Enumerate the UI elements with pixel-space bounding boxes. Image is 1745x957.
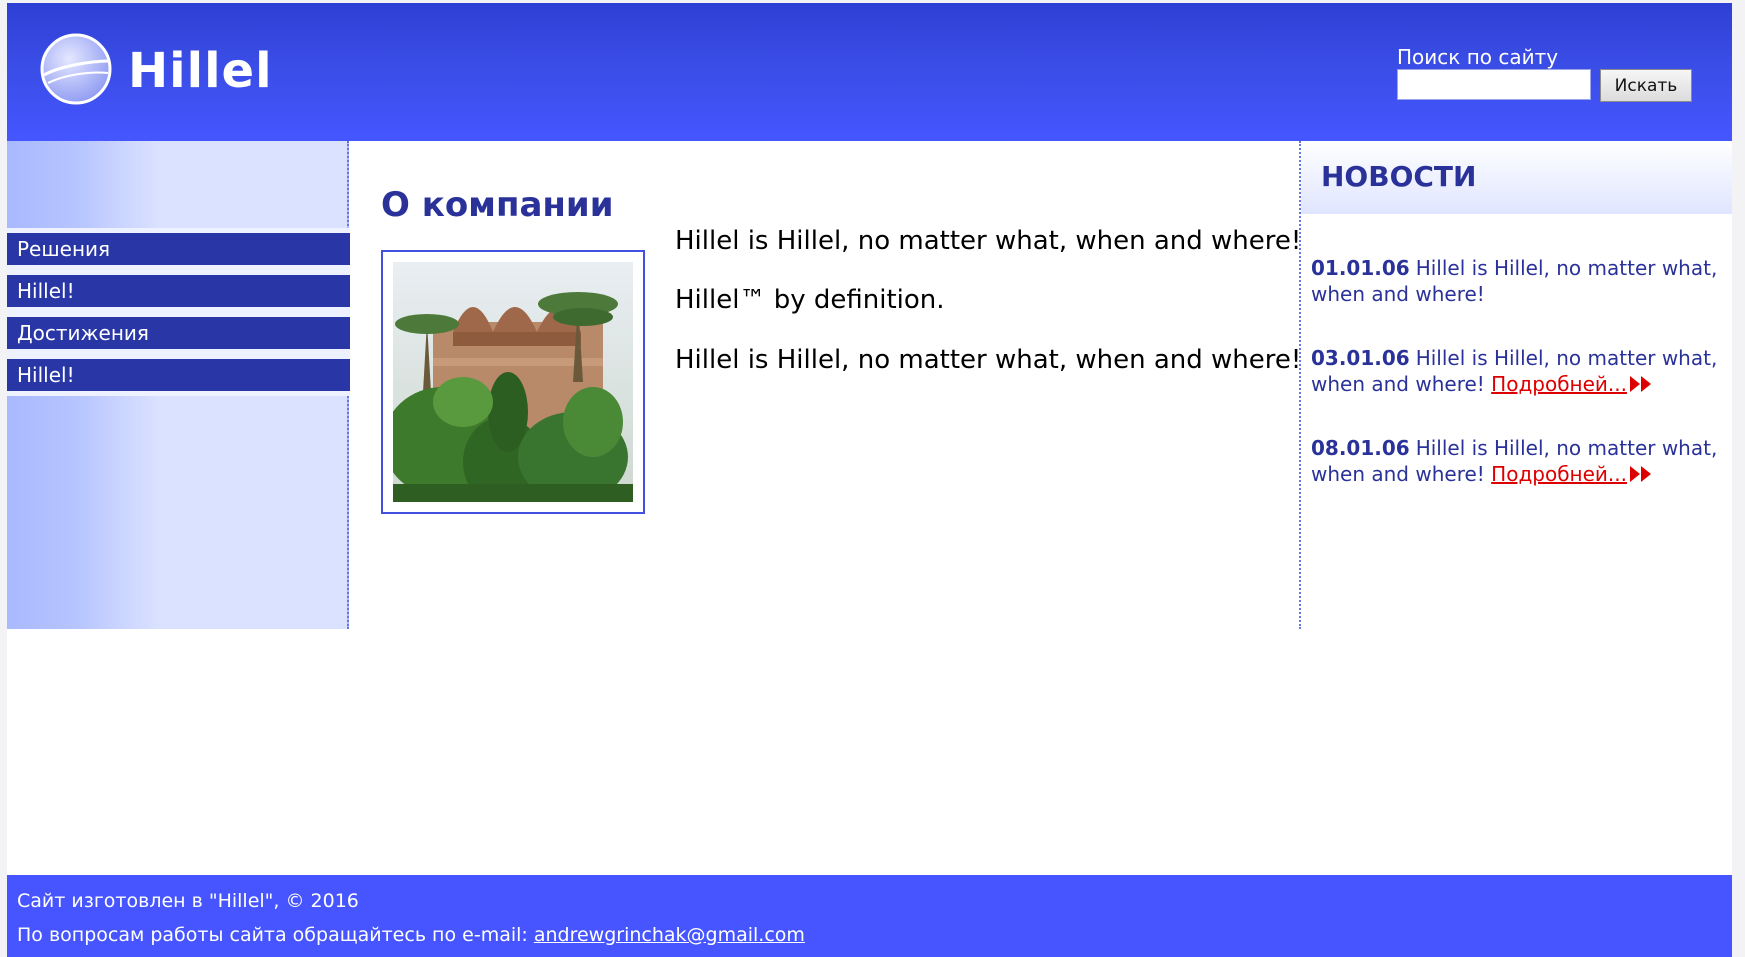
- double-arrow-right-icon[interactable]: [1629, 465, 1653, 483]
- news-item-2: 03.01.06 Hillel is Hillel, no matter what…: [1311, 345, 1721, 397]
- site-header: Hillel Поиск по сайту Искать: [7, 3, 1732, 141]
- footer-contact-text: По вопросам работы сайта обращайтесь по …: [17, 924, 534, 946]
- search-input[interactable]: [1397, 69, 1591, 100]
- globe-logo-icon[interactable]: [38, 31, 114, 107]
- sidebar-item-achievements[interactable]: Достижения: [7, 317, 350, 349]
- sidebar-item-hillel-2[interactable]: Hillel!: [7, 359, 350, 391]
- news-more-link[interactable]: Подробней...: [1491, 372, 1627, 396]
- main-paragraph-2: Hillel™ by definition.: [675, 285, 945, 315]
- news-item-3: 08.01.06 Hillel is Hillel, no matter what…: [1311, 435, 1721, 487]
- left-sidebar: Решения Hillel! Достижения Hillel!: [7, 141, 350, 629]
- company-photo: [393, 262, 633, 502]
- news-date: 08.01.06: [1311, 436, 1410, 460]
- news-date: 03.01.06: [1311, 346, 1410, 370]
- main-paragraph-3: Hillel is Hillel, no matter what, when a…: [675, 345, 1302, 375]
- page: Hillel Поиск по сайту Искать Решения Hil…: [7, 3, 1732, 957]
- news-date: 01.01.06: [1311, 256, 1410, 280]
- sidebar-item-solutions[interactable]: Решения: [7, 233, 350, 265]
- site-footer: Сайт изготовлен в "Hillel", © 2016 По во…: [7, 875, 1732, 957]
- footer-contact: По вопросам работы сайта обращайтесь по …: [17, 923, 805, 947]
- double-arrow-right-icon[interactable]: [1629, 375, 1653, 393]
- company-photo-frame: [381, 250, 645, 514]
- search-label: Поиск по сайту: [1397, 45, 1559, 69]
- news-more-link[interactable]: Подробней...: [1491, 462, 1627, 486]
- page-title: О компании: [381, 185, 614, 225]
- news-item-1: 01.01.06 Hillel is Hillel, no matter what…: [1311, 255, 1721, 307]
- sidebar-item-hillel-1[interactable]: Hillel!: [7, 275, 350, 307]
- main-paragraph-1: Hillel is Hillel, no matter what, when a…: [675, 226, 1302, 256]
- footer-email-link[interactable]: andrewgrinchak@gmail.com: [534, 924, 805, 946]
- search-button[interactable]: Искать: [1600, 69, 1692, 102]
- news-column: НОВОСТИ 01.01.06 Hillel is Hillel, no mat…: [1299, 141, 1732, 629]
- footer-copyright: Сайт изготовлен в "Hillel", © 2016: [17, 890, 359, 912]
- site-brand[interactable]: Hillel: [128, 43, 273, 99]
- news-header: НОВОСТИ: [1301, 141, 1732, 214]
- news-title: НОВОСТИ: [1321, 160, 1477, 193]
